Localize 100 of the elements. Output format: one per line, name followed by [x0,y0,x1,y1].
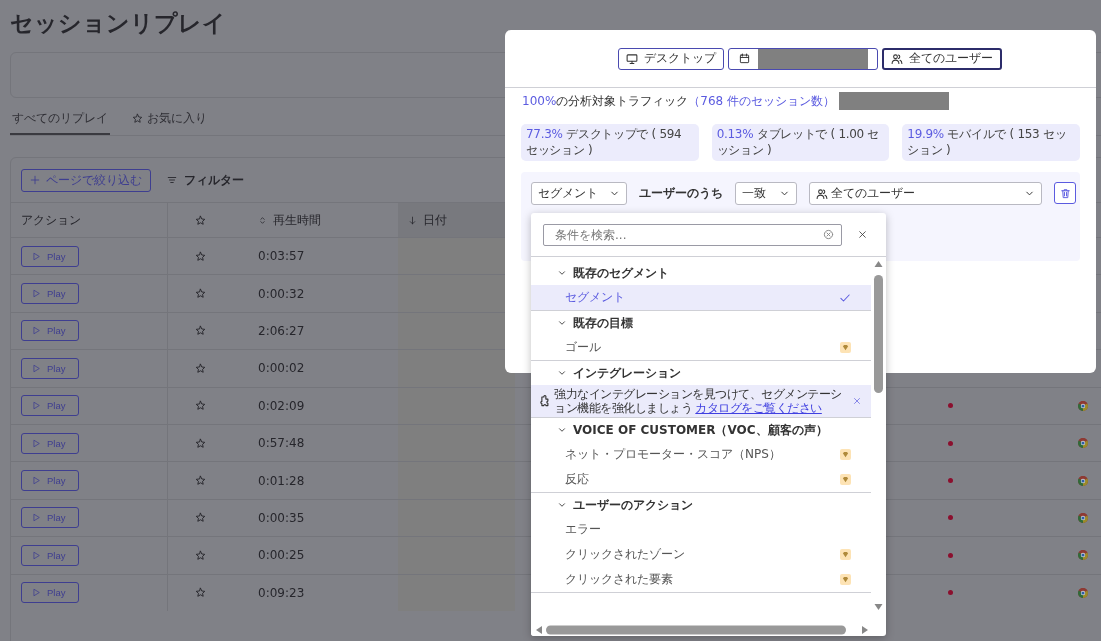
diamond-icon [840,474,851,485]
clear-icon [823,229,834,240]
delete-button[interactable] [1054,182,1076,204]
diamond-icon [840,342,851,353]
list-item[interactable]: セグメント [531,285,871,310]
diamond-icon [840,549,851,560]
list-item[interactable]: 反応 [531,467,871,492]
favorite-column-icon[interactable] [194,214,206,226]
close-icon [853,397,861,405]
duration-cell: 0:00:25 [258,548,305,563]
list-item[interactable]: クリックされたゾーン [531,542,871,567]
check-icon [839,291,851,304]
duration-cell: 0:00:02 [258,361,305,376]
play-icon [32,289,41,299]
column-header[interactable]: 再生時間 [232,211,398,229]
group-header[interactable]: VOICE OF CUSTOMER（VOC、顧客の声） [531,418,871,442]
users-icon [890,52,903,65]
device-stat-card: 77.3% デスクトップで ( 594 セッション ) [521,124,699,161]
star-icon [194,400,206,412]
browser-icon [1078,587,1088,598]
browser-icon [1078,400,1088,411]
play-icon [32,438,41,448]
banner-text: 強力なインテグレーションを見つけて、セグメンテーション機能を強化しましょう カタログをご覧ください [554,387,843,415]
favorite-star-icon[interactable] [194,549,206,561]
star-icon [194,587,206,599]
diamond-icon [840,449,851,460]
play-icon [32,550,41,560]
filter-icon [167,175,177,185]
group-header[interactable]: 既存のセグメント [531,261,871,285]
traffic-label: の分析対象トラフィック [556,92,689,110]
users-button[interactable]: 全てのユーザー [881,47,1002,70]
favorite-star-icon[interactable] [194,437,206,449]
group-header[interactable]: 既存の目標 [531,311,871,335]
play-icon [32,476,41,486]
page-title: セッションリプレイ [10,9,227,38]
device-button[interactable]: デスクトップ [617,47,724,70]
play-icon [32,326,41,336]
star-icon [194,437,206,449]
arrow-down-icon [408,215,417,225]
list-item[interactable]: クリックされた要素 [531,567,871,592]
puzzle-icon [537,394,550,408]
close-button[interactable] [858,230,867,239]
play-icon [32,401,41,411]
monitor-icon [625,52,638,65]
browser-icon [1078,512,1088,523]
duration-cell: 0:01:28 [258,473,305,488]
list-item[interactable]: ゴール [531,335,871,360]
favorite-star-icon[interactable] [194,587,206,599]
chevron-down-icon [557,268,567,278]
group-header[interactable]: ユーザーのアクション [531,493,871,517]
favorite-star-icon[interactable] [194,400,206,412]
sort-icon [258,215,267,225]
favorite-star-icon[interactable] [194,512,206,524]
tab[interactable]: お気に入り [130,110,209,135]
tab[interactable]: すべてのリプレイ [10,110,110,135]
star-icon [194,549,206,561]
plus-icon [30,175,40,185]
play-icon [32,513,41,523]
search-field[interactable]: 条件を検索... [543,223,842,246]
filter-button[interactable]: フィルター [167,171,244,189]
diamond-icon [840,574,851,585]
chevron-down-icon [557,425,567,435]
date-field[interactable] [727,47,878,70]
column-header: アクション [21,211,81,229]
duration-cell: 0:00:35 [258,510,305,525]
chevron-down-icon [557,368,567,378]
condition-label: ユーザーのうち [639,185,723,202]
star-icon [132,113,143,124]
browser-icon [1078,550,1088,561]
favorite-star-icon[interactable] [194,288,206,300]
star-icon [194,214,206,226]
segment-select[interactable]: セグメント [531,182,627,205]
trash-icon [1059,187,1071,199]
duration-cell: 0:57:48 [258,436,305,451]
list-item[interactable]: ネット・プロモーター・スコア（NPS） [531,442,871,467]
star-icon [194,362,206,374]
play-icon [32,251,41,261]
favorite-star-icon[interactable] [194,250,206,262]
device-stat-card: 19.9% モバイルで ( 153 セッション ) [902,124,1080,161]
audience-select[interactable]: 全てのユーザー [809,182,1042,205]
browser-icon [1078,438,1088,449]
favorite-star-icon[interactable] [194,475,206,487]
star-icon [194,288,206,300]
catalog-link[interactable]: カタログをご覧ください [695,401,822,415]
device-stat-card: 0.13% タブレットで ( 1.00 セッション ) [711,124,890,161]
scrollbar[interactable] [534,624,870,636]
duration-cell: 0:03:57 [258,249,305,264]
session-count: （768 件のセッション数） [688,92,836,110]
duration-cell: 2:06:27 [258,323,305,338]
chevron-down-icon [557,500,567,510]
favorite-star-icon[interactable] [194,325,206,337]
play-icon [32,588,41,598]
close-button[interactable] [853,397,861,405]
favorite-star-icon[interactable] [194,362,206,374]
match-select[interactable]: 一致 [735,182,797,205]
users-icon [816,187,828,200]
group-header[interactable]: インテグレーション [531,361,871,385]
star-icon [194,512,206,524]
list-item[interactable]: エラー [531,517,871,542]
star-icon [194,475,206,487]
